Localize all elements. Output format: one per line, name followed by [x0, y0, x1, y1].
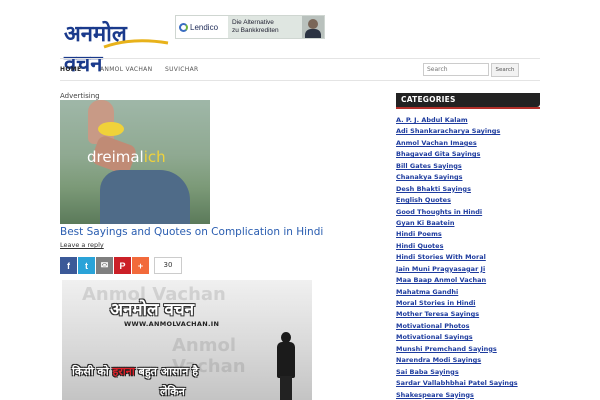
quote-line-1-prefix: किसी को [72, 365, 113, 378]
silhouette-person [276, 332, 296, 400]
leave-reply-link[interactable]: Leave a reply [60, 241, 104, 249]
category-link[interactable]: Good Thoughts in Hindi [396, 207, 518, 218]
category-link[interactable]: Sardar Vallabhbhai Patel Sayings [396, 378, 518, 389]
category-link[interactable]: Mahatma Gandhi [396, 287, 518, 298]
category-link[interactable]: Maa Baap Anmol Vachan [396, 275, 518, 286]
ad-brand-logo: Lendico [176, 16, 228, 38]
quote-line-1-suffix: बहुत आसान है [134, 365, 199, 378]
category-link[interactable]: Bill Gates Sayings [396, 161, 518, 172]
post-title-link[interactable]: Best Sayings and Quotes on Complication … [60, 226, 323, 238]
category-link[interactable]: Munshi Premchand Sayings [396, 344, 518, 355]
category-link[interactable]: Jain Muni Pragyasagar Ji [396, 264, 518, 275]
category-link[interactable]: A. P. J. Abdul Kalam [396, 115, 518, 126]
ad-image-flower [98, 122, 124, 136]
categories-accent-bar [396, 107, 540, 109]
category-link[interactable]: Desh Bhakti Sayings [396, 184, 518, 195]
category-link[interactable]: Narendra Modi Sayings [396, 355, 518, 366]
category-link[interactable]: Sai Baba Sayings [396, 367, 518, 378]
silhouette-legs [280, 376, 292, 400]
category-link[interactable]: Adi Shankaracharya Sayings [396, 126, 518, 137]
quote-image: Anmol Vachan Anmol Vachan अनमोल वचन WWW.… [62, 280, 312, 400]
ad-image-jeans [100, 170, 190, 224]
category-list: A. P. J. Abdul Kalam Adi Shankaracharya S… [396, 115, 518, 400]
category-link[interactable]: Hindi Stories With Moral [396, 252, 518, 263]
categories-header: CATEGORIES [396, 93, 540, 107]
quote-line-2: लेकिन [160, 385, 185, 398]
ad-brand-name: Lendico [190, 22, 219, 32]
category-link[interactable]: Shakespeare Sayings [396, 390, 518, 400]
nav-item-anmol-vachan[interactable]: ANMOL VACHAN [100, 66, 152, 73]
quote-image-url: WWW.ANMOLVACHAN.IN [124, 320, 220, 328]
ad-image-brand: dreimalich [87, 148, 166, 166]
quote-image-title: अनमोल वचन [110, 300, 195, 320]
category-link[interactable]: Motivational Photos [396, 321, 518, 332]
facebook-share-icon[interactable]: f [60, 257, 77, 274]
ad-brand-prefix: dreimal [87, 148, 144, 166]
category-link[interactable]: Motivational Sayings [396, 332, 518, 343]
email-share-icon[interactable]: ✉ [96, 257, 113, 274]
pinterest-share-icon[interactable]: P [114, 257, 131, 274]
share-buttons: f t ✉ P + [60, 257, 149, 274]
category-link[interactable]: Mother Teresa Sayings [396, 309, 518, 320]
category-link[interactable]: Hindi Quotes [396, 241, 518, 252]
category-link[interactable]: Hindi Poems [396, 229, 518, 240]
category-link[interactable]: Moral Stories in Hindi [396, 298, 518, 309]
twitter-share-icon[interactable]: t [78, 257, 95, 274]
category-link[interactable]: Gyan Ki Baatein [396, 218, 518, 229]
more-share-icon[interactable]: + [132, 257, 149, 274]
quote-line-1-highlight: हराना [112, 365, 135, 378]
search-input[interactable] [423, 63, 489, 76]
ad-person-photo [302, 16, 324, 38]
nav-item-home[interactable]: HOME [60, 66, 81, 73]
share-count: 30 [154, 257, 182, 274]
category-link[interactable]: English Quotes [396, 195, 518, 206]
nav-item-suvichar[interactable]: SUVICHAR [165, 66, 198, 73]
ad-copy-line1: Die Alternative [232, 19, 274, 26]
silhouette-body [277, 342, 295, 378]
categories-title: CATEGORIES [401, 95, 456, 104]
search-button[interactable]: Search [491, 63, 519, 77]
ad-copy: Die Alternative zu Bankkrediten [228, 19, 302, 35]
lendico-logo-icon [179, 22, 188, 32]
ad-copy-line2: zu Bankkrediten [232, 27, 279, 34]
logo-swoosh-icon [103, 39, 169, 49]
category-link[interactable]: Anmol Vachan Images [396, 138, 518, 149]
advertising-label: Advertising [60, 92, 100, 100]
main-navigation: HOME ANMOL VACHAN SUVICHAR Search [60, 58, 540, 81]
category-link[interactable]: Chanakya Sayings [396, 172, 518, 183]
header-ad-banner[interactable]: Lendico Die Alternative zu Bankkrediten [175, 15, 325, 39]
category-link[interactable]: Bhagavad Gita Sayings [396, 149, 518, 160]
quote-line-1: किसी को हराना बहुत आसान है [72, 364, 198, 379]
site-logo[interactable]: अनमोल वचन [62, 12, 172, 77]
ad-brand-suffix: ich [143, 148, 166, 166]
content-ad-image[interactable]: dreimalich [60, 100, 210, 224]
